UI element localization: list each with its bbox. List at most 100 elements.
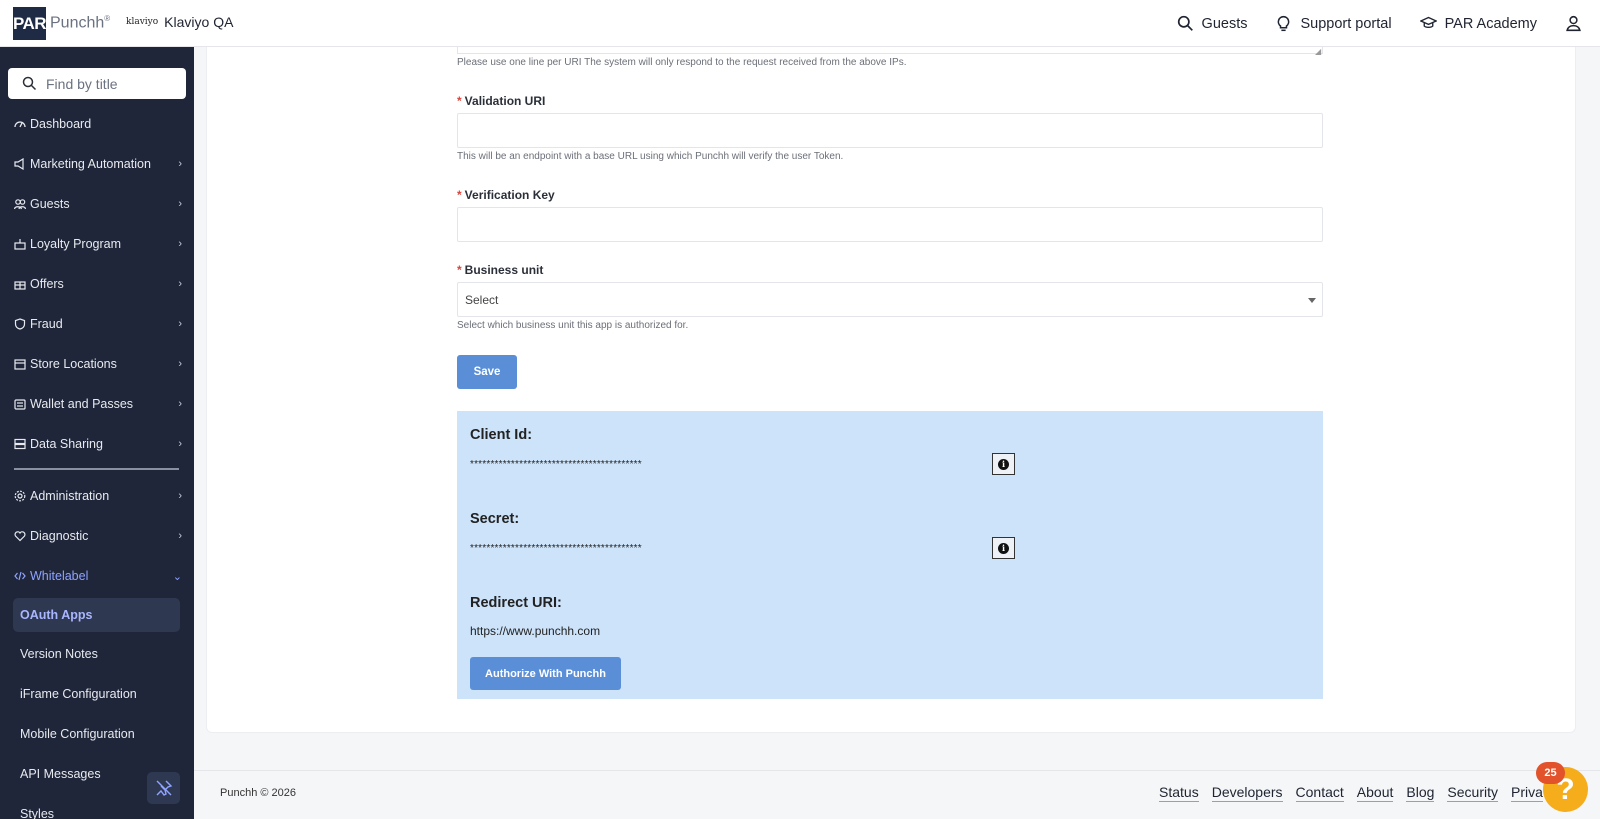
sidebar-item-wallet-and-passes[interactable]: Wallet and Passes › (0, 384, 194, 424)
verification-key-label: * Verification Key (457, 188, 555, 202)
gear-icon (14, 490, 27, 503)
business-unit-select[interactable]: Select (457, 282, 1323, 317)
secret-reveal-button[interactable]: i (992, 537, 1015, 559)
chevron-right-icon: › (178, 398, 182, 410)
info-icon: i (998, 542, 1009, 554)
business-switcher[interactable]: klaviyo Klaviyo QA (126, 14, 233, 30)
client-id-masked-value: ****************************************… (470, 459, 642, 470)
sidebar-item-label: Marketing Automation (30, 157, 151, 171)
lightbulb-icon (1278, 15, 1290, 32)
footer-link-privacy[interactable]: Priva (1510, 784, 1543, 802)
footer-links: Status Developers Contact About Blog Sec… (1159, 784, 1543, 802)
par-punchh-logo[interactable]: PAR Punchh® (13, 7, 110, 40)
footer-link-blog[interactable]: Blog (1406, 784, 1435, 802)
sidebar-subitem-mobile-configuration[interactable]: Mobile Configuration (0, 714, 194, 754)
whitelist-ips-textarea[interactable] (457, 47, 1323, 54)
sidebar-item-marketing-automation[interactable]: Marketing Automation › (0, 144, 194, 184)
academy-link-label: PAR Academy (1444, 15, 1537, 32)
sidebar-item-label: Fraud (30, 317, 63, 331)
sidebar-item-label: Dashboard (30, 117, 92, 131)
logo-mark: PAR (13, 7, 47, 40)
unpin-sidebar-button[interactable] (147, 772, 180, 804)
sidebar-item-label: Whitelabel (30, 569, 89, 583)
dashboard-icon (14, 118, 27, 131)
chevron-right-icon: › (178, 198, 182, 210)
textarea-resize-handle[interactable]: ◢ (1315, 47, 1321, 56)
sidebar-item-label: Wallet and Passes (30, 397, 134, 411)
search-icon (1177, 15, 1193, 31)
chevron-right-icon: › (178, 358, 182, 370)
credentials-panel: Client Id: *****************************… (457, 411, 1323, 699)
dropdown-caret-icon (1308, 298, 1316, 303)
sidebar-item-dashboard[interactable]: Dashboard (0, 104, 194, 144)
footer-link-about[interactable]: About (1356, 784, 1394, 802)
support-portal-link[interactable]: Support portal (1275, 15, 1392, 32)
chevron-right-icon: › (178, 318, 182, 330)
save-button[interactable]: Save (457, 355, 517, 389)
footer-divider (194, 770, 1600, 771)
megaphone-icon (14, 157, 27, 171)
top-bar: PAR Punchh® klaviyo Klaviyo QA Guests Su… (0, 0, 1600, 47)
sidebar-subitem-iframe-configuration[interactable]: iFrame Configuration (0, 674, 194, 714)
footer-link-contact[interactable]: Contact (1295, 784, 1344, 802)
info-icon: i (998, 458, 1009, 470)
database-icon (14, 438, 27, 451)
cake-icon (14, 238, 27, 251)
sidebar-item-offers[interactable]: Offers › (0, 264, 194, 304)
chevron-right-icon: › (178, 490, 182, 502)
validation-uri-input[interactable] (457, 113, 1323, 148)
user-menu-button[interactable] (1565, 15, 1582, 32)
sidebar-search-input[interactable]: Find by title (8, 68, 186, 99)
business-unit-help: Select which business unit this app is a… (457, 320, 689, 331)
sidebar-item-loyalty-program[interactable]: Loyalty Program › (0, 224, 194, 264)
business-name: Klaviyo QA (164, 14, 234, 30)
footer-link-developers[interactable]: Developers (1211, 784, 1283, 802)
sidebar-item-fraud[interactable]: Fraud › (0, 304, 194, 344)
chevron-right-icon: › (178, 278, 182, 290)
sidebar-subitem-version-notes[interactable]: Version Notes (0, 634, 194, 674)
wallet-icon (14, 398, 27, 411)
chevron-right-icon: › (178, 438, 182, 450)
sidebar-item-store-locations[interactable]: Store Locations › (0, 344, 194, 384)
guests-search-link[interactable]: Guests (1177, 15, 1248, 32)
verification-key-input[interactable] (457, 207, 1323, 242)
sidebar-item-label: Data Sharing (30, 437, 103, 451)
footer-copyright: Punchh © 2026 (220, 787, 296, 799)
code-icon (14, 570, 27, 583)
guests-link-label: Guests (1201, 15, 1248, 32)
chevron-right-icon: › (178, 238, 182, 250)
chevron-down-icon: ⌄ (172, 570, 182, 583)
redirect-uri-title: Redirect URI: (470, 595, 562, 611)
heart-pulse-icon (14, 530, 27, 543)
client-id-title: Client Id: (470, 427, 533, 443)
authorize-with-punchh-button[interactable]: Authorize With Punchh (470, 657, 621, 690)
sidebar-item-label: Guests (30, 197, 70, 211)
client-id-reveal-button[interactable]: i (992, 453, 1015, 475)
whitelist-help-text: Please use one line per URI The system w… (457, 57, 907, 68)
sidebar-item-label: Offers (30, 277, 64, 291)
footer-link-status[interactable]: Status (1159, 784, 1199, 802)
chevron-right-icon: › (178, 530, 182, 542)
business-unit-label: * Business unit (457, 263, 544, 277)
sidebar-item-label: Loyalty Program (30, 237, 122, 251)
graduation-cap-icon (1419, 16, 1437, 29)
pin-off-icon (156, 780, 172, 796)
sidebar-divider (14, 468, 179, 470)
support-link-label: Support portal (1300, 15, 1392, 32)
par-academy-link[interactable]: PAR Academy (1419, 15, 1537, 32)
sidebar-item-whitelabel[interactable]: Whitelabel ⌄ (0, 556, 194, 596)
footer-link-security[interactable]: Security (1447, 784, 1498, 802)
user-icon (1566, 15, 1581, 32)
logo-text: Punchh® (50, 14, 111, 32)
shield-icon (14, 317, 27, 331)
store-icon (14, 358, 27, 371)
sidebar-item-administration[interactable]: Administration › (0, 476, 194, 516)
sidebar-item-guests[interactable]: Guests › (0, 184, 194, 224)
secret-masked-value: ****************************************… (470, 543, 642, 554)
sidebar-subitem-oauth-apps[interactable]: OAuth Apps (13, 598, 180, 632)
sidebar: Find by title Dashboard Marketing Automa… (0, 47, 194, 819)
validation-uri-label: * Validation URI (457, 94, 546, 108)
validation-uri-help: This will be an endpoint with a base URL… (457, 151, 844, 162)
sidebar-item-data-sharing[interactable]: Data Sharing › (0, 424, 194, 464)
sidebar-item-diagnostic[interactable]: Diagnostic › (0, 516, 194, 556)
